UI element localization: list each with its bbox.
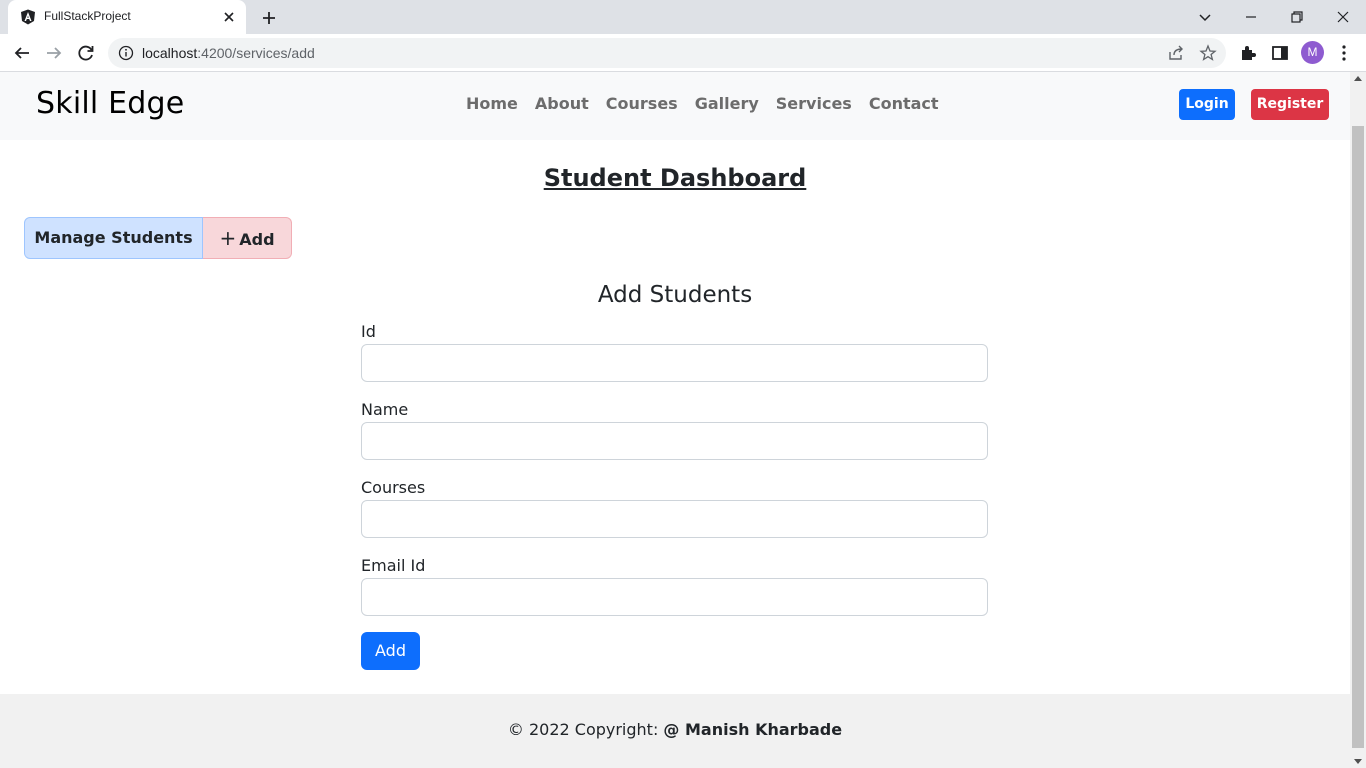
add-submit-button[interactable]: Add (361, 632, 420, 670)
page-viewport: Skill Edge Home About Courses Gallery Se… (0, 72, 1350, 768)
minimize-icon[interactable] (1240, 6, 1262, 28)
browser-tabstrip: FullStackProject (0, 0, 1366, 34)
browser-toolbar: localhost:4200/services/add M (0, 34, 1366, 72)
restore-icon[interactable] (1286, 6, 1308, 28)
courses-input[interactable] (361, 500, 988, 538)
close-window-icon[interactable] (1332, 6, 1354, 28)
forward-icon[interactable] (43, 42, 65, 64)
nav-gallery[interactable]: Gallery (695, 94, 759, 113)
copyright-text: © 2022 Copyright: @ Manish Kharbade (0, 720, 1350, 739)
url-path: :4200/services/add (197, 45, 315, 61)
name-input[interactable] (361, 422, 988, 460)
site-info-icon[interactable] (118, 45, 134, 61)
nav-home[interactable]: Home (466, 94, 518, 113)
tab-search-icon[interactable] (1194, 6, 1216, 28)
side-panel-icon[interactable] (1269, 42, 1291, 64)
nav-contact[interactable]: Contact (869, 94, 939, 113)
url-host: localhost (142, 45, 198, 61)
reload-icon[interactable] (75, 42, 97, 64)
share-icon[interactable] (1167, 44, 1185, 62)
manage-students-button[interactable]: Manage Students (24, 217, 203, 259)
add-tab-label: Add (239, 230, 275, 249)
site-brand[interactable]: Skill Edge (36, 86, 184, 121)
nav-about[interactable]: About (535, 94, 589, 113)
scroll-down-arrow-icon[interactable] (1354, 759, 1362, 764)
id-input[interactable] (361, 344, 988, 382)
profile-avatar[interactable]: M (1301, 41, 1324, 64)
back-icon[interactable] (11, 42, 33, 64)
address-bar[interactable]: localhost:4200/services/add (108, 38, 1226, 68)
browser-tab[interactable]: FullStackProject (8, 0, 246, 34)
extensions-icon[interactable] (1237, 42, 1259, 64)
login-button[interactable]: Login (1179, 89, 1235, 120)
name-label: Name (361, 400, 409, 419)
id-label: Id (361, 322, 376, 341)
page-scrollbar[interactable] (1350, 72, 1366, 768)
tab-title: FullStackProject (44, 9, 131, 23)
site-footer: © 2022 Copyright: @ Manish Kharbade (0, 694, 1350, 768)
browser-menu-icon[interactable] (1333, 42, 1355, 64)
register-button[interactable]: Register (1251, 89, 1329, 120)
form-title: Add Students (597, 282, 753, 308)
dashboard-title: Student Dashboard (543, 164, 807, 192)
nav-services[interactable]: Services (776, 94, 852, 113)
plus-icon: + (219, 226, 237, 250)
new-tab-icon[interactable] (258, 7, 280, 29)
url-text: localhost:4200/services/add (142, 45, 315, 61)
bookmark-star-icon[interactable] (1199, 44, 1217, 62)
nav-courses[interactable]: Courses (606, 94, 678, 113)
site-navbar: Skill Edge Home About Courses Gallery Se… (0, 72, 1350, 140)
nav-links: Home About Courses Gallery Services Cont… (466, 94, 939, 113)
add-student-tab-button[interactable]: + Add (203, 217, 292, 259)
scrollbar-thumb[interactable] (1352, 126, 1364, 748)
copyright-author: @ Manish Kharbade (663, 720, 843, 739)
copyright-prefix: © 2022 Copyright: (507, 720, 664, 739)
courses-label: Courses (361, 478, 426, 497)
email-label: Email Id (361, 556, 426, 575)
email-input[interactable] (361, 578, 988, 616)
close-tab-icon[interactable] (220, 8, 238, 26)
angular-icon (21, 9, 35, 25)
dashboard-button-group: Manage Students + Add (24, 217, 292, 259)
scroll-up-arrow-icon[interactable] (1354, 76, 1362, 81)
